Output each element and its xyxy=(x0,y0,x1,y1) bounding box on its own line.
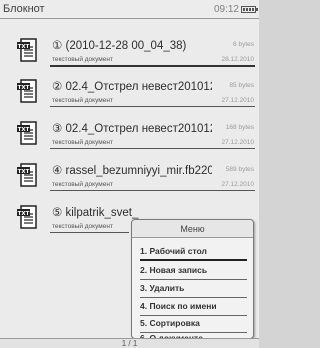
txt-file-icon: TXT xyxy=(17,163,37,187)
svg-text:TXT: TXT xyxy=(18,44,30,50)
file-date: 27.12.2010 xyxy=(221,181,254,188)
txt-file-icon: TXT xyxy=(17,121,37,145)
file-size: 85 bytes xyxy=(229,82,254,89)
app-title: Блокнот xyxy=(3,3,45,15)
menu-item-new-entry[interactable]: 2. Новая запись xyxy=(140,263,247,280)
file-name: ② 02.4_Отстрел невест201012... xyxy=(52,81,212,93)
clock: 09:12 xyxy=(213,4,239,15)
page-indicator: 1 / 1 xyxy=(0,338,259,348)
menu-item-search-by-name[interactable]: 4. Поиск по имени xyxy=(140,299,247,316)
txt-file-icon: TXT xyxy=(17,38,37,62)
item-divider xyxy=(50,106,255,107)
menu-title: Меню xyxy=(132,220,253,238)
file-type: текстовый документ xyxy=(52,97,113,104)
svg-text:TXT: TXT xyxy=(18,127,30,133)
file-date: 27.12.2010 xyxy=(221,97,254,104)
file-type: текстовый документ xyxy=(52,223,113,230)
item-divider xyxy=(50,148,255,149)
battery-icon xyxy=(241,6,258,13)
file-name: ③ 02.4_Отстрел невест201012... xyxy=(52,123,212,135)
file-type: текстовый документ xyxy=(52,139,113,146)
txt-file-icon: TXT xyxy=(17,205,37,229)
file-size: 589 bytes xyxy=(225,166,254,173)
context-menu: Меню 1. Рабочий стол 2. Новая запись 3. … xyxy=(131,219,254,343)
item-divider xyxy=(50,65,255,67)
svg-text:TXT: TXT xyxy=(18,169,30,175)
txt-file-icon: TXT xyxy=(17,79,37,103)
menu-item-desktop[interactable]: 1. Рабочий стол xyxy=(140,244,247,261)
screen: Блокнот 09:12 TXT ① (2010-12-28 00_04_38… xyxy=(0,0,259,348)
file-date: 27.12.2010 xyxy=(221,139,254,146)
item-divider xyxy=(50,190,255,191)
file-type: текстовый документ xyxy=(52,181,113,188)
file-name: ⑤ kilpatrik_svet_ xyxy=(52,207,139,219)
file-name: ④ rassel_bezumniyyi_mir.fb220... xyxy=(52,165,212,177)
file-size: 6 bytes xyxy=(233,41,254,48)
svg-text:TXT: TXT xyxy=(18,85,30,91)
file-date: 28.12.2010 xyxy=(221,56,254,63)
file-name: ① (2010-12-28 00_04_38) xyxy=(52,40,187,52)
status-bar: Блокнот 09:12 xyxy=(0,0,259,19)
svg-text:TXT: TXT xyxy=(18,211,30,217)
file-type: текстовый документ xyxy=(52,56,113,63)
file-size: 168 bytes xyxy=(225,124,254,131)
item-divider xyxy=(50,232,129,233)
menu-item-delete[interactable]: 3. Удалить xyxy=(140,281,247,298)
